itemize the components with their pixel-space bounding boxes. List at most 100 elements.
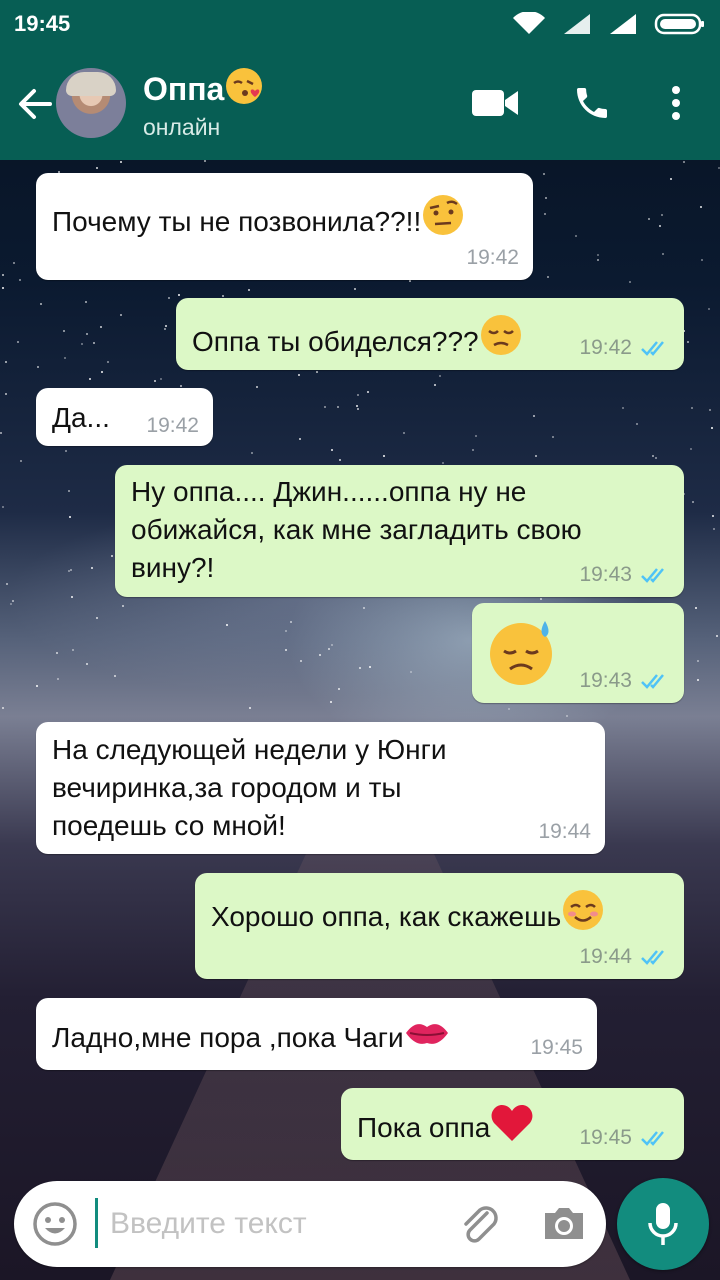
star	[71, 596, 73, 598]
star	[96, 167, 98, 169]
read-receipt-icon	[641, 341, 664, 356]
star	[111, 555, 113, 557]
more-options-button[interactable]	[651, 78, 701, 128]
signal-icon	[564, 14, 590, 34]
avatar[interactable]	[56, 68, 126, 138]
face-with-raised-eyebrow-icon	[423, 195, 464, 235]
star	[337, 406, 339, 408]
read-receipt-icon	[641, 568, 664, 583]
star	[691, 407, 693, 409]
star	[86, 663, 88, 665]
star	[472, 449, 474, 451]
camera-icon[interactable]	[539, 1199, 589, 1249]
star	[700, 206, 702, 208]
star	[597, 254, 599, 256]
star	[64, 357, 66, 359]
star	[683, 161, 685, 163]
star	[331, 449, 333, 451]
star	[354, 288, 356, 290]
star	[2, 707, 4, 709]
star	[5, 361, 7, 363]
message-bubble[interactable]: Почему ты не позвонила??!! 19:42	[36, 173, 533, 280]
star	[13, 262, 15, 264]
star	[319, 654, 321, 656]
star	[2, 274, 4, 276]
message-bubble[interactable]: Ладно,мне пора ,пока Чаги 19:45	[36, 998, 597, 1070]
message-time: 19:45	[530, 1036, 583, 1059]
star	[114, 675, 116, 677]
star	[475, 435, 477, 437]
star	[439, 375, 441, 377]
star	[716, 635, 718, 637]
star	[222, 295, 224, 297]
star	[655, 457, 657, 459]
star	[508, 708, 510, 710]
star	[697, 660, 699, 662]
star	[300, 660, 302, 662]
message-bubble[interactable]: Оппа ты обиделся??? 19:42	[176, 298, 684, 370]
star	[91, 567, 93, 569]
star	[629, 281, 631, 283]
message-bubble[interactable]: Да... 19:42	[36, 388, 213, 446]
voice-record-button[interactable]	[617, 1178, 709, 1270]
star	[540, 598, 542, 600]
star	[356, 405, 358, 407]
message-text-line: поедешь со мной!	[52, 810, 286, 841]
kissing-face-icon	[226, 68, 263, 104]
message-time: 19:42	[466, 246, 519, 269]
star	[89, 378, 91, 380]
star	[37, 366, 39, 368]
star	[69, 516, 71, 518]
star	[330, 701, 332, 703]
star	[434, 384, 436, 386]
video-call-button[interactable]	[470, 78, 520, 128]
star	[68, 490, 70, 492]
red-heart-icon	[491, 1105, 533, 1141]
message-bubble[interactable]: Хорошо оппа, как скажешь 19:44	[195, 873, 684, 979]
star	[56, 652, 58, 654]
star	[670, 178, 672, 180]
message-bubble[interactable]: На следующей недели у Юнги вечиринка,за …	[36, 722, 605, 854]
star	[168, 297, 170, 299]
text-cursor	[95, 1198, 98, 1248]
contact-name[interactable]: Оппа	[143, 66, 264, 108]
message-text: Пока оппа	[357, 1112, 491, 1143]
message-bubble[interactable]: 19:43	[472, 603, 684, 703]
star	[535, 455, 537, 457]
star	[566, 715, 568, 717]
message-time: 19:45	[579, 1126, 632, 1149]
mic-icon	[648, 1203, 678, 1245]
message-time: 19:42	[579, 336, 632, 359]
message-text: Ладно,мне пора ,пока Чаги	[52, 1022, 404, 1053]
star	[256, 386, 258, 388]
message-input[interactable]	[110, 1197, 440, 1251]
star	[359, 667, 361, 669]
star	[338, 688, 340, 690]
star	[164, 328, 166, 330]
star	[12, 600, 14, 602]
star	[180, 385, 182, 387]
more-vert-icon	[672, 86, 680, 120]
star	[101, 371, 103, 373]
voice-call-button[interactable]	[567, 78, 617, 128]
star	[544, 213, 546, 215]
signal-icon-2	[610, 14, 636, 34]
back-arrow-icon[interactable]	[14, 84, 54, 124]
message-bubble[interactable]: Ну оппа.... Джин......оппа ну не обижайс…	[115, 465, 684, 597]
message-composer	[14, 1181, 606, 1267]
star	[96, 617, 98, 619]
star	[2, 506, 4, 508]
star	[248, 289, 250, 291]
status-time: 19:45	[14, 11, 71, 36]
star	[648, 218, 650, 220]
message-text: Хорошо оппа, как скажешь	[211, 901, 562, 932]
star	[36, 685, 38, 687]
star	[17, 341, 19, 343]
attach-icon[interactable]	[454, 1199, 504, 1249]
battery-icon	[654, 13, 704, 35]
emoji-icon[interactable]	[30, 1199, 80, 1249]
star	[65, 450, 67, 452]
star	[5, 393, 7, 395]
message-bubble[interactable]: Пока оппа 19:45	[341, 1088, 684, 1160]
star	[403, 432, 405, 434]
